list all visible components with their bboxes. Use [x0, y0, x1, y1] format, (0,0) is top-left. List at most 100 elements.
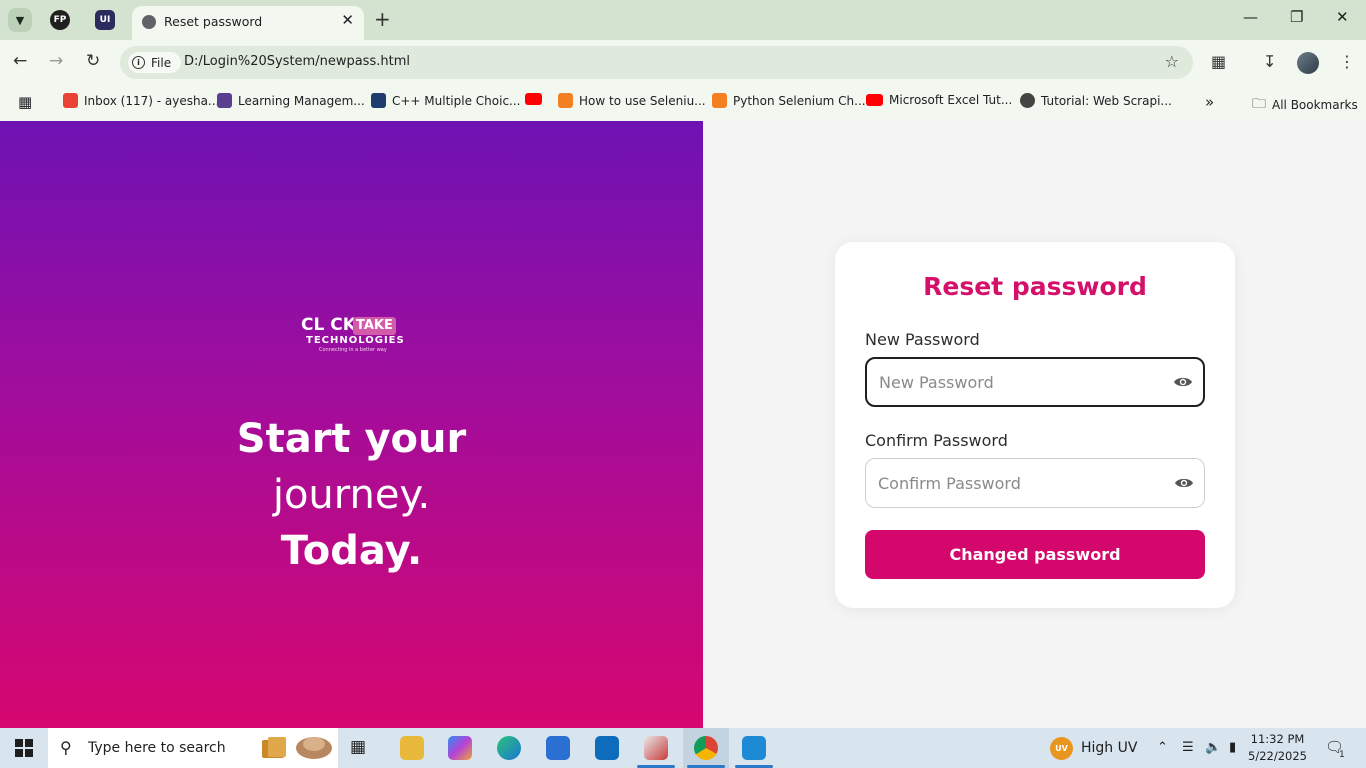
bookmark-label: Inbox (117) - ayesha...	[84, 93, 220, 108]
bookmark-label: Tutorial: Web Scrapi...	[1041, 93, 1172, 108]
bookmark-star-icon[interactable]: ☆	[1165, 52, 1179, 71]
battery-icon[interactable]: ▮	[1229, 740, 1236, 755]
tab-close-icon[interactable]: ✕	[341, 11, 354, 29]
new-tab-button[interactable]: +	[374, 7, 391, 31]
weather-icon[interactable]: UV	[1050, 737, 1073, 760]
extensions-icon[interactable]: ▦	[1211, 52, 1226, 71]
change-password-button[interactable]: Changed password	[865, 530, 1205, 579]
bookmark-excel[interactable]: Microsoft Excel Tut...	[866, 93, 1012, 107]
active-tab[interactable]: Reset password ✕	[132, 6, 364, 40]
all-bookmarks-label: All Bookmarks	[1272, 98, 1358, 112]
weather-text[interactable]: High UV	[1081, 740, 1137, 756]
hero-panel: CL CK TAKE TECHNOLOGIES Connecting in a …	[0, 121, 703, 728]
pinned-tab-fp[interactable]: FP	[50, 10, 70, 30]
bookmark-python-selenium[interactable]: Python Selenium Ch...	[712, 93, 866, 108]
task-view-icon[interactable]: ▦	[350, 737, 366, 757]
browser-tab-strip: ▼ FP UI Reset password ✕ + — ❐ ✕	[0, 0, 1366, 40]
tab-title: Reset password	[164, 14, 263, 29]
forward-arrow-icon[interactable]: →	[49, 51, 63, 71]
store-icon[interactable]	[546, 736, 570, 760]
apps-grid-icon[interactable]: ▦	[18, 93, 32, 111]
form-title: Reset password	[923, 272, 1147, 301]
site-info-label: File	[151, 55, 172, 70]
bookmark-selenium[interactable]: How to use Seleniu...	[558, 93, 706, 108]
address-bar[interactable]: i File D:/Login%20System/newpass.html ☆	[120, 46, 1193, 79]
chevron-up-icon[interactable]: ⌃	[1157, 740, 1168, 755]
edge-icon[interactable]	[497, 736, 521, 760]
system-clock[interactable]: 11:32 PM 5/22/2025	[1248, 731, 1307, 765]
back-arrow-icon[interactable]: ←	[13, 51, 27, 71]
bookmark-gmail[interactable]: Inbox (117) - ayesha...	[63, 93, 219, 108]
eye-icon[interactable]	[1173, 375, 1193, 389]
search-icon: ⚲	[60, 738, 72, 757]
bookmarks-bar: ▦ Inbox (117) - ayesha... Learning Manag…	[0, 85, 1366, 121]
tutorial-icon	[1020, 93, 1035, 108]
page-content: CL CK TAKE TECHNOLOGIES Connecting in a …	[0, 121, 1366, 728]
paint-icon[interactable]	[644, 736, 668, 760]
minimize-icon[interactable]: —	[1243, 8, 1258, 26]
vscode-icon[interactable]	[742, 736, 766, 760]
confirm-password-field[interactable]	[865, 458, 1205, 508]
pinned-tab-ui[interactable]: UI	[95, 10, 115, 30]
new-password-label: New Password	[865, 330, 980, 349]
stackoverflow-icon	[712, 93, 727, 108]
bookmark-webscraping[interactable]: Tutorial: Web Scrapi...	[1020, 93, 1172, 108]
copilot-icon[interactable]	[448, 736, 472, 760]
company-logo: CL CK TAKE TECHNOLOGIES Connecting in a …	[300, 313, 404, 357]
search-highlight-icon	[262, 737, 332, 759]
youtube-icon	[525, 93, 542, 105]
tab-search-button[interactable]: ▼	[8, 8, 32, 32]
site-info-chip[interactable]: i File	[128, 52, 182, 73]
new-password-input[interactable]	[879, 359, 1169, 405]
sanfoundry-icon	[371, 93, 386, 108]
bookmark-cpp[interactable]: C++ Multiple Choic...	[371, 93, 520, 108]
lms-icon	[217, 93, 232, 108]
more-bookmarks-icon[interactable]: »	[1205, 93, 1214, 111]
gmail-icon	[63, 93, 78, 108]
eye-icon[interactable]	[1174, 476, 1194, 490]
outlook-icon[interactable]	[595, 736, 619, 760]
logo-technologies-text: TECHNOLOGIES	[306, 335, 405, 346]
form-panel: Reset password New Password Confirm Pass…	[703, 121, 1366, 728]
window-close-icon[interactable]: ✕	[1336, 8, 1349, 26]
folder-icon: 🗀	[1252, 96, 1266, 112]
download-icon[interactable]: ↧	[1263, 52, 1276, 71]
new-password-field[interactable]	[865, 357, 1205, 407]
menu-kebab-icon[interactable]: ⋮	[1339, 52, 1355, 71]
reload-icon[interactable]: ↻	[86, 51, 100, 71]
confirm-password-input[interactable]	[878, 459, 1168, 507]
browser-toolbar: ← → ↻ i File D:/Login%20System/newpass.h…	[0, 40, 1366, 85]
reset-password-card: Reset password New Password Confirm Pass…	[835, 242, 1235, 608]
tagline-line-1: Start your	[236, 416, 467, 462]
windows-taskbar: ⚲ Type here to search ▦ UV High UV ⌃ ☰ 🔈…	[0, 728, 1366, 768]
youtube-icon	[866, 94, 883, 106]
stackoverflow-icon	[558, 93, 573, 108]
file-explorer-icon[interactable]	[400, 736, 424, 760]
clock-date: 5/22/2025	[1248, 749, 1307, 763]
windows-start-icon[interactable]	[15, 739, 33, 757]
clock-time: 11:32 PM	[1250, 732, 1305, 746]
bookmark-label: Learning Managem...	[238, 93, 365, 108]
all-bookmarks[interactable]: 🗀 All Bookmarks	[1252, 93, 1358, 117]
chrome-icon[interactable]	[694, 736, 718, 760]
bookmark-youtube[interactable]	[525, 93, 542, 105]
restore-icon[interactable]: ❐	[1290, 8, 1303, 26]
bookmark-label: How to use Seleniu...	[579, 93, 706, 108]
logo-click-text: CL CK	[301, 315, 356, 335]
taskbar-search[interactable]: ⚲ Type here to search	[48, 728, 338, 768]
chevron-down-icon: ▼	[15, 13, 25, 27]
hero-tagline: Start your journey. Today.	[0, 411, 703, 579]
speaker-icon[interactable]: 🔈	[1205, 740, 1221, 755]
logo-tagline-text: Connecting in a better way	[319, 347, 387, 353]
confirm-password-label: Confirm Password	[865, 431, 1008, 450]
wifi-icon[interactable]: ☰	[1182, 740, 1194, 755]
notification-count: 1	[1339, 750, 1345, 760]
tagline-line-3: Today.	[280, 528, 423, 574]
info-icon: i	[132, 56, 145, 69]
url-text[interactable]: D:/Login%20System/newpass.html	[184, 54, 410, 69]
bookmark-label: Python Selenium Ch...	[733, 93, 866, 108]
bookmark-label: Microsoft Excel Tut...	[889, 93, 1013, 107]
logo-take-text: TAKE	[353, 317, 396, 335]
bookmark-lms[interactable]: Learning Managem...	[217, 93, 365, 108]
profile-avatar[interactable]	[1297, 52, 1319, 74]
